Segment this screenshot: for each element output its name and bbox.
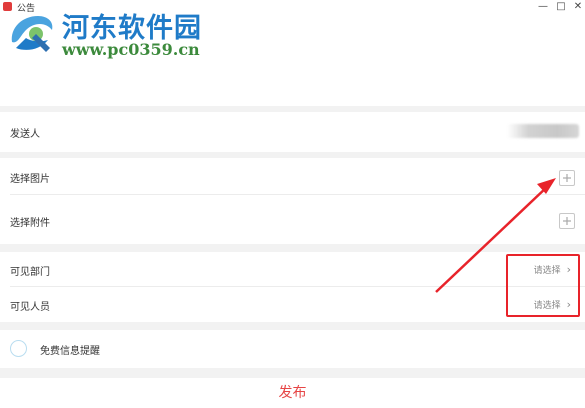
free-notify-row: 免费信息提醒	[0, 330, 585, 368]
watermark-url: www.pc0359.cn	[62, 40, 200, 59]
minimize-button[interactable]: —	[536, 0, 550, 14]
select-attachment-row: 选择附件	[0, 195, 585, 244]
attachments-section: 选择图片 选择附件	[0, 158, 585, 244]
free-notify-radio[interactable]	[10, 340, 27, 357]
sender-row: 发送人	[0, 112, 585, 152]
select-image-label: 选择图片	[10, 174, 50, 185]
annotation-highlight-box	[506, 254, 580, 317]
sender-value-blurred	[507, 124, 579, 138]
publish-bar: 发布	[0, 378, 585, 408]
plus-icon	[563, 217, 571, 225]
visible-people-label: 可见人员	[10, 302, 50, 313]
close-button[interactable]: ✕	[571, 0, 585, 14]
maximize-button[interactable]: □	[554, 0, 568, 14]
add-image-button[interactable]	[559, 170, 575, 186]
visibility-section: 可见部门 请选择 › 可见人员 请选择 ›	[0, 252, 585, 322]
visible-people-row[interactable]: 可见人员 请选择 ›	[0, 287, 585, 322]
add-attachment-button[interactable]	[559, 213, 575, 229]
watermark-logo-icon	[11, 16, 53, 52]
sender-label: 发送人	[10, 129, 40, 140]
select-attachment-label: 选择附件	[10, 218, 50, 229]
publish-button[interactable]: 发布	[0, 378, 585, 408]
plus-icon	[563, 174, 571, 182]
visible-department-row[interactable]: 可见部门 请选择 ›	[0, 252, 585, 286]
visible-department-label: 可见部门	[10, 267, 50, 278]
select-image-row: 选择图片	[0, 158, 585, 194]
free-notify-label: 免费信息提醒	[40, 346, 100, 357]
